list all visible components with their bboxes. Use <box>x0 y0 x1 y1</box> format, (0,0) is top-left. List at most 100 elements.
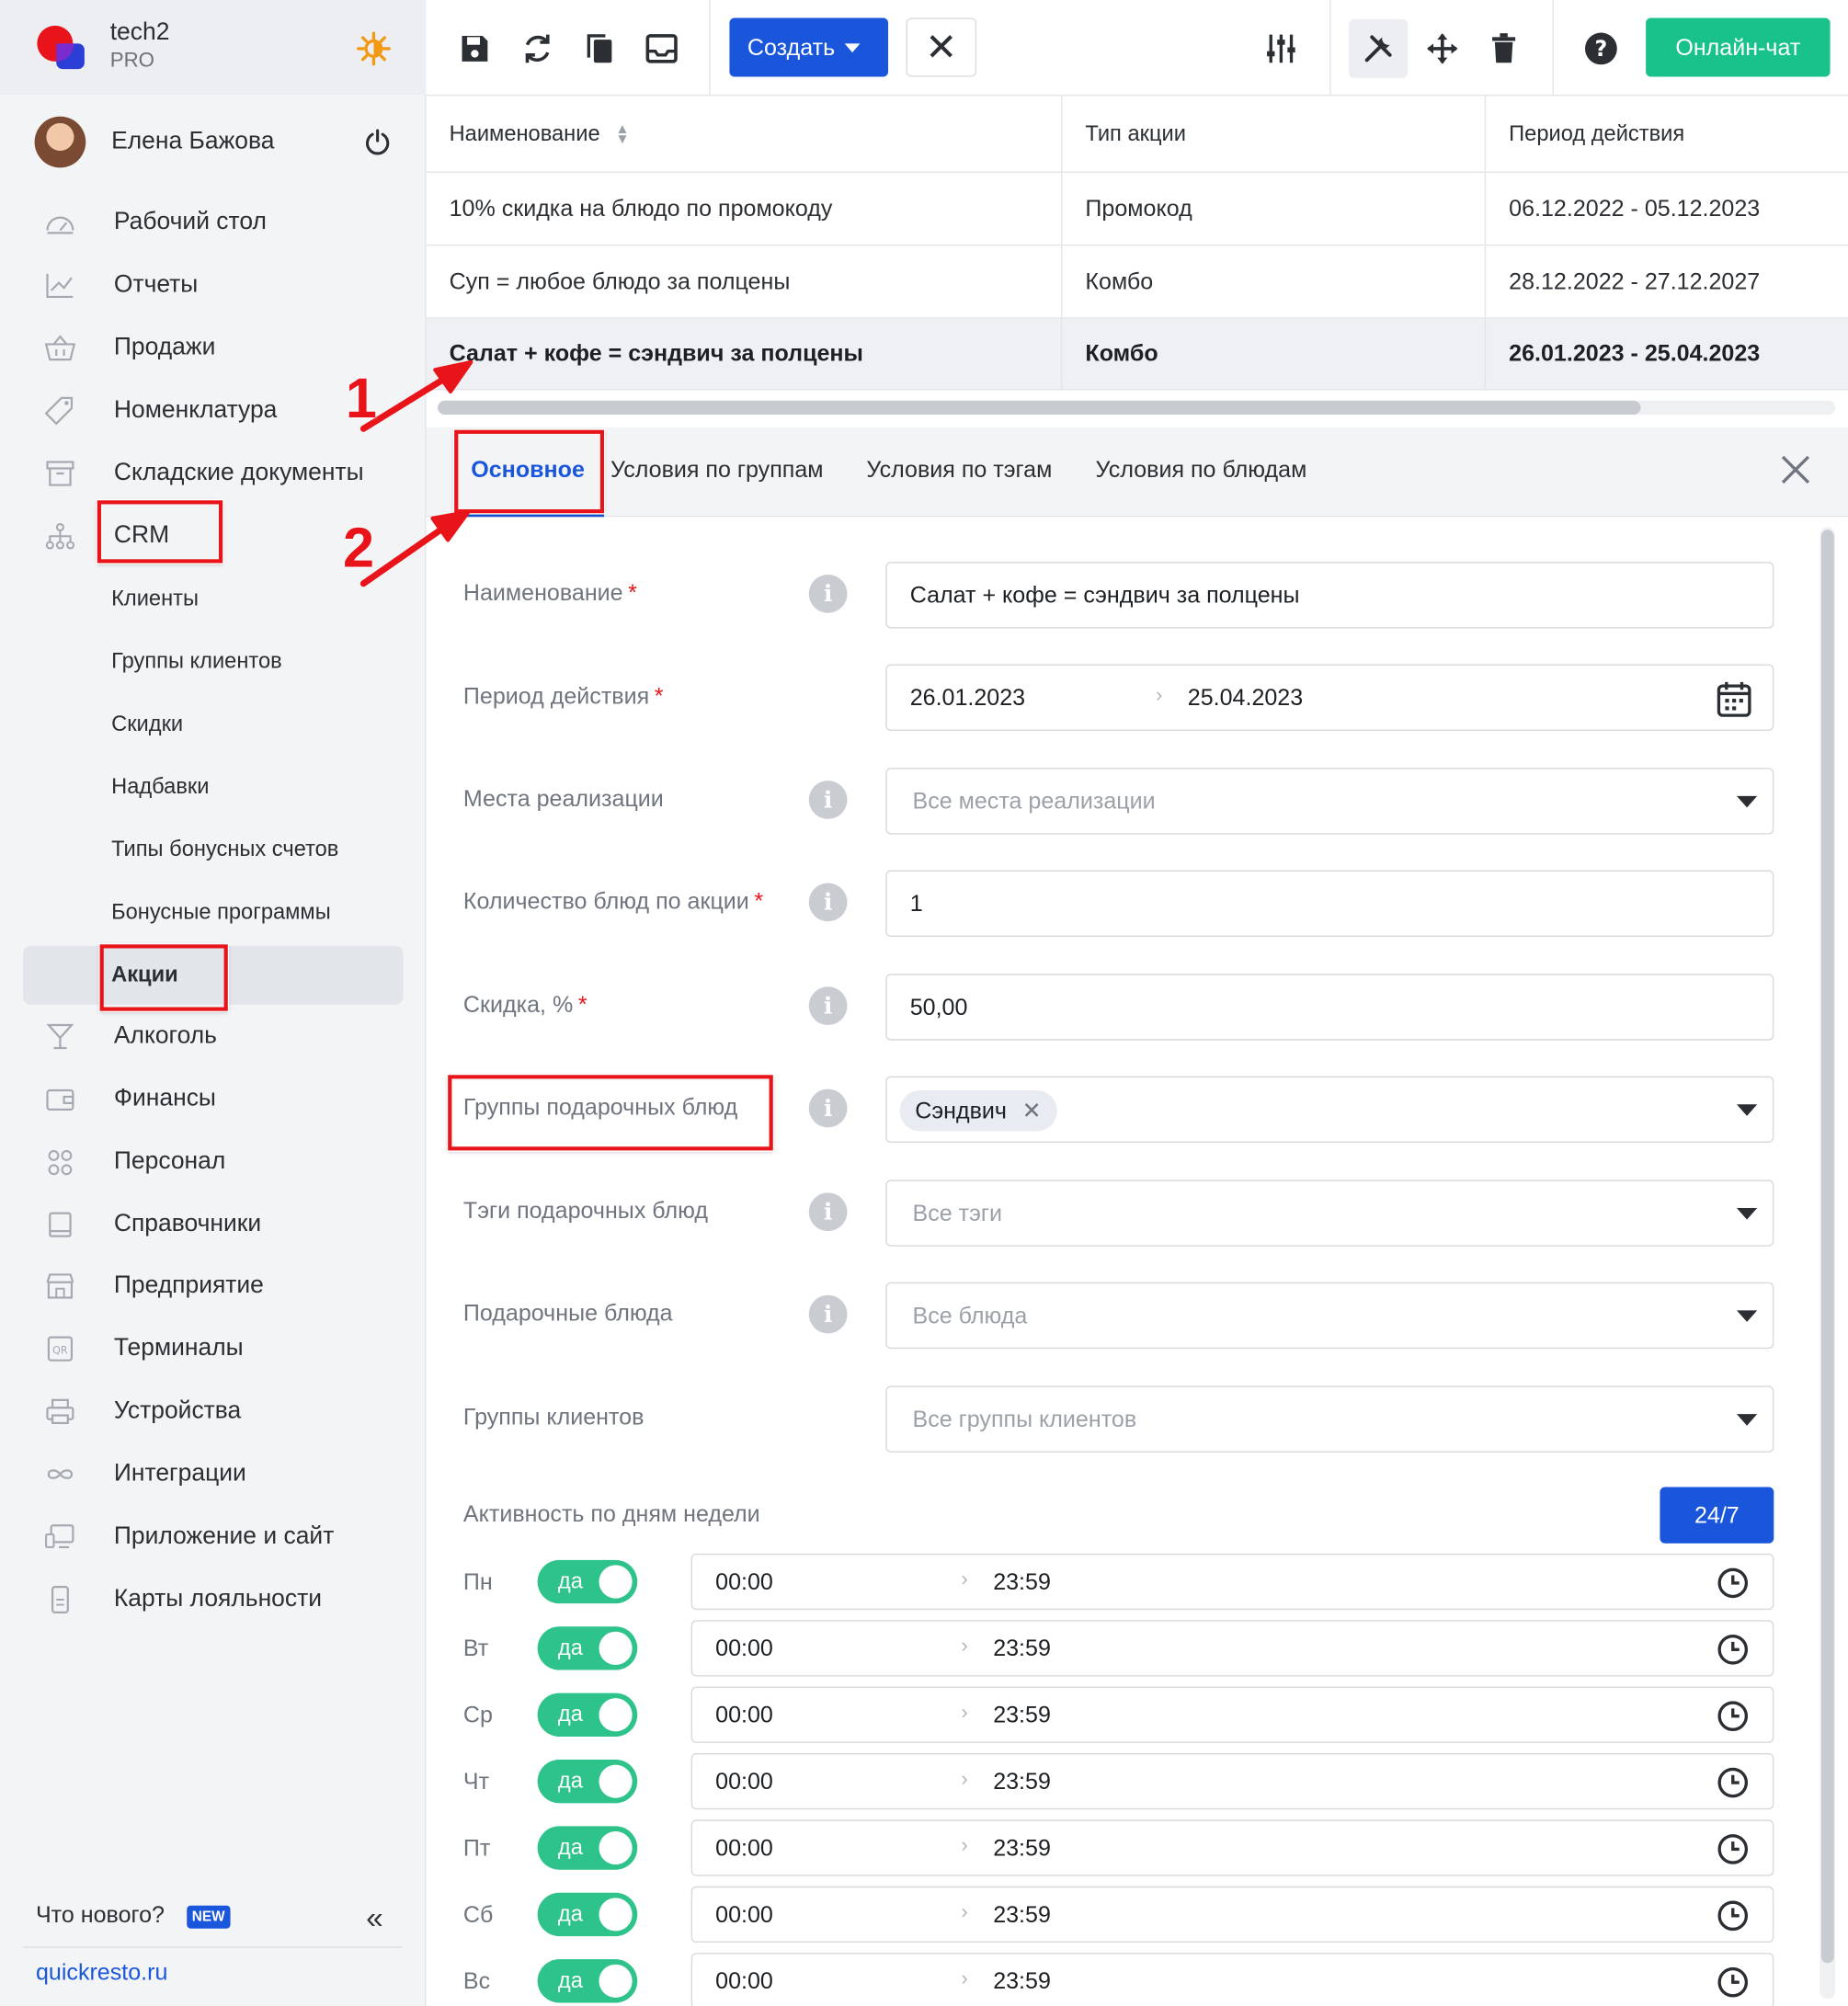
cancel-button[interactable]: ✕ <box>906 17 977 77</box>
time-from[interactable]: 00:00 <box>715 1569 773 1596</box>
all-week-button[interactable]: 24/7 <box>1660 1487 1774 1544</box>
sidebar-sub-discounts[interactable]: Скидки <box>0 695 427 754</box>
create-button[interactable]: Создать <box>729 17 889 77</box>
period-from[interactable]: 26.01.2023 <box>910 685 1025 712</box>
sidebar-item-devices[interactable]: Устройства <box>0 1382 427 1441</box>
discount-input[interactable]: 50,00 <box>885 974 1774 1041</box>
column-header-name[interactable]: Наименование ▲ ▼ <box>427 96 1063 172</box>
sort-icon[interactable]: ▲ ▼ <box>615 121 629 145</box>
name-input[interactable]: Салат + кофе = сэндвич за полцены <box>885 562 1774 629</box>
period-to[interactable]: 25.04.2023 <box>1188 685 1303 712</box>
vertical-scrollbar[interactable] <box>1819 527 1836 2000</box>
whats-new-link[interactable]: Что нового? <box>36 1902 165 1929</box>
time-range-input[interactable]: 00:00 › 23:59 <box>690 1819 1774 1876</box>
client-groups-select[interactable]: Все группы клиентов <box>885 1385 1774 1453</box>
info-icon[interactable]: i <box>808 575 848 613</box>
inbox-button[interactable] <box>639 23 685 74</box>
sidebar-item-terminals[interactable]: QR Терминалы <box>0 1319 427 1378</box>
delete-button[interactable] <box>1481 23 1527 74</box>
gift-groups-select[interactable]: Сэндвич ✕ <box>885 1076 1774 1144</box>
clock-icon[interactable] <box>1717 1966 1750 1999</box>
close-icon[interactable] <box>1776 450 1815 489</box>
gift-tags-select[interactable]: Все тэги <box>885 1180 1774 1247</box>
info-icon[interactable]: i <box>808 781 848 819</box>
weekday-toggle[interactable]: да <box>537 1892 638 1937</box>
collapse-sidebar-button[interactable]: « <box>366 1902 383 1938</box>
user-name[interactable]: Елена Бажова <box>111 128 274 156</box>
weekday-toggle[interactable]: да <box>537 1760 638 1804</box>
table-row-selected[interactable]: Салат + кофе = сэндвич за полцены Комбо … <box>426 318 1848 391</box>
sidebar-item-dashboard[interactable]: Рабочий стол <box>0 193 427 252</box>
table-row[interactable]: Суп = любое блюдо за полцены Комбо 28.12… <box>426 245 1848 319</box>
gift-dishes-select[interactable]: Все блюда <box>885 1282 1774 1350</box>
copy-button[interactable] <box>577 23 623 74</box>
avatar[interactable] <box>34 116 86 168</box>
time-range-input[interactable]: 00:00 › 23:59 <box>690 1753 1774 1810</box>
period-date-range[interactable]: 26.01.2023 › 25.04.2023 <box>885 664 1774 731</box>
power-icon[interactable] <box>363 128 392 156</box>
sidebar-sub-client-groups[interactable]: Группы клиентов <box>0 633 427 691</box>
help-button[interactable]: ? <box>1578 23 1624 74</box>
refresh-button[interactable] <box>515 23 561 74</box>
site-link[interactable]: quickresto.ru <box>36 1959 167 1986</box>
info-icon[interactable]: i <box>808 883 848 922</box>
move-button[interactable] <box>1420 23 1466 74</box>
columns-settings-button[interactable] <box>1258 23 1304 74</box>
clock-icon[interactable] <box>1717 1633 1750 1666</box>
sun-icon[interactable] <box>356 30 392 66</box>
tab-group-conditions[interactable]: Условия по группам <box>610 457 824 484</box>
info-icon[interactable]: i <box>808 1088 848 1128</box>
qty-input[interactable]: 1 <box>885 870 1774 937</box>
weekday-toggle[interactable]: да <box>537 1959 638 2003</box>
calendar-icon[interactable] <box>1717 679 1752 718</box>
info-icon[interactable]: i <box>808 1192 848 1232</box>
sidebar-item-enterprise[interactable]: Предприятие <box>0 1257 427 1316</box>
time-from[interactable]: 00:00 <box>715 1702 773 1728</box>
sidebar-item-alcohol[interactable]: Алкоголь <box>0 1008 427 1066</box>
column-header-type[interactable]: Тип акции <box>1062 96 1487 172</box>
clock-icon[interactable] <box>1717 1567 1750 1600</box>
clock-icon[interactable] <box>1717 1832 1750 1865</box>
time-to[interactable]: 23:59 <box>993 1569 1051 1596</box>
time-range-input[interactable]: 00:00 › 23:59 <box>690 1886 1774 1943</box>
sidebar-item-app-and-site[interactable]: Приложение и сайт <box>0 1508 427 1567</box>
clock-icon[interactable] <box>1717 1700 1750 1733</box>
time-to[interactable]: 23:59 <box>993 1968 1051 1995</box>
time-to[interactable]: 23:59 <box>993 1702 1051 1728</box>
time-to[interactable]: 23:59 <box>993 1769 1051 1795</box>
online-chat-button[interactable]: Онлайн-чат <box>1646 17 1831 77</box>
time-from[interactable]: 00:00 <box>715 1968 773 1995</box>
remove-tag-icon[interactable]: ✕ <box>1022 1098 1042 1124</box>
weekday-toggle[interactable]: да <box>537 1826 638 1870</box>
sidebar-item-references[interactable]: Справочники <box>0 1195 427 1254</box>
time-range-input[interactable]: 00:00 › 23:59 <box>690 1953 1774 2006</box>
time-to[interactable]: 23:59 <box>993 1636 1051 1662</box>
column-header-period[interactable]: Период действия <box>1486 96 1848 171</box>
sidebar-item-warehouse-docs[interactable]: Складские документы <box>0 444 427 503</box>
sidebar-item-loyalty-cards[interactable]: Карты лояльности <box>0 1570 427 1629</box>
tools-button[interactable] <box>1349 18 1409 78</box>
sidebar-sub-surcharges[interactable]: Надбавки <box>0 758 427 816</box>
time-range-input[interactable]: 00:00 › 23:59 <box>690 1620 1774 1677</box>
tab-tag-conditions[interactable]: Условия по тэгам <box>866 457 1052 484</box>
save-button[interactable] <box>451 23 497 74</box>
weekday-toggle[interactable]: да <box>537 1693 638 1737</box>
sidebar-item-finance[interactable]: Финансы <box>0 1070 427 1129</box>
horizontal-scrollbar[interactable] <box>438 400 1836 416</box>
time-range-input[interactable]: 00:00 › 23:59 <box>690 1686 1774 1743</box>
places-select[interactable]: Все места реализации <box>885 768 1774 835</box>
time-range-input[interactable]: 00:00 › 23:59 <box>690 1553 1774 1611</box>
time-from[interactable]: 00:00 <box>715 1769 773 1795</box>
table-row[interactable]: 10% скидка на блюдо по промокоду Промоко… <box>426 172 1848 246</box>
sidebar-item-staff[interactable]: Персонал <box>0 1133 427 1191</box>
tab-dish-conditions[interactable]: Условия по блюдам <box>1096 457 1307 484</box>
sidebar-item-reports[interactable]: Отчеты <box>0 256 427 314</box>
sidebar-item-integrations[interactable]: Интеграции <box>0 1445 427 1504</box>
weekday-toggle[interactable]: да <box>537 1626 638 1670</box>
sidebar-sub-bonus-programs[interactable]: Бонусные программы <box>0 883 427 941</box>
info-icon[interactable]: i <box>808 986 848 1025</box>
time-to[interactable]: 23:59 <box>993 1902 1051 1929</box>
clock-icon[interactable] <box>1717 1899 1750 1932</box>
time-to[interactable]: 23:59 <box>993 1835 1051 1862</box>
time-from[interactable]: 00:00 <box>715 1902 773 1929</box>
